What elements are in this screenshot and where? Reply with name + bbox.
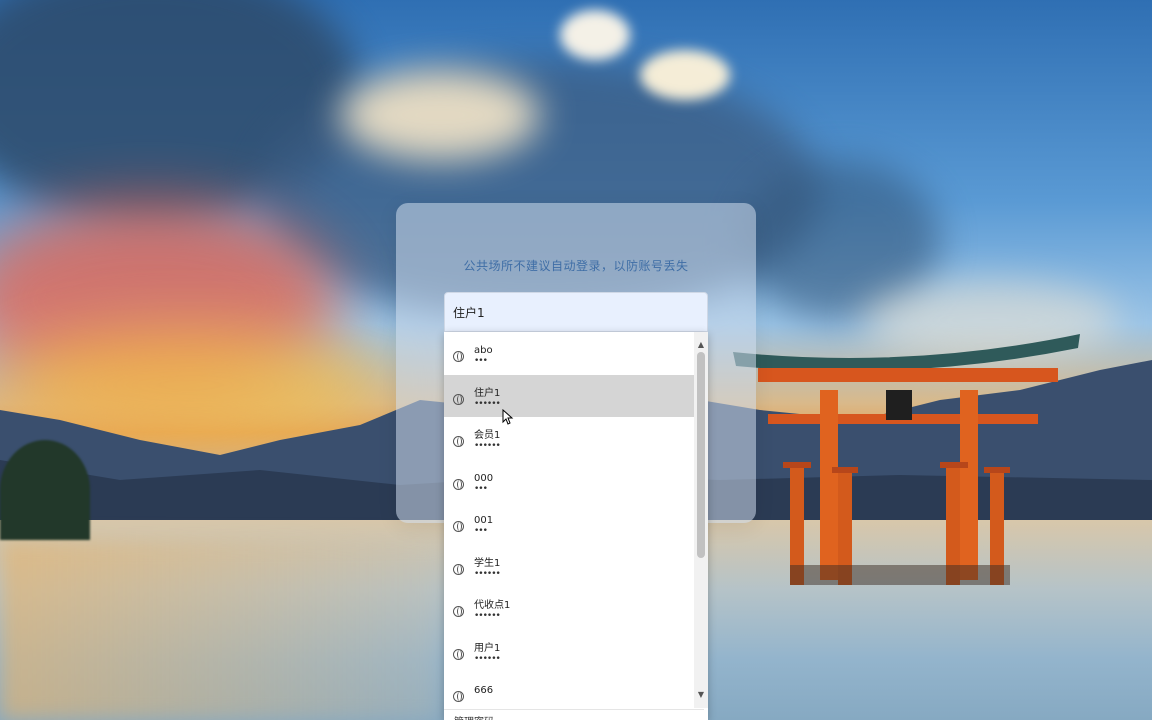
autocomplete-item[interactable]: 代收点1 ••••••: [444, 587, 694, 630]
dropdown-scrollbar[interactable]: ▲ ▼: [694, 332, 708, 708]
scrollbar-thumb[interactable]: [697, 352, 705, 558]
autocomplete-dropdown: abo ••• 住户1 •••••• 会员1 •••••• 000 ••• 00…: [444, 332, 708, 720]
water-reflection: [0, 540, 440, 720]
globe-icon: [453, 606, 464, 617]
cloud: [340, 70, 540, 160]
cloud: [560, 10, 630, 60]
security-notice: 公共场所不建议自动登录，以防账号丢失: [463, 259, 689, 273]
globe-icon: [453, 521, 464, 532]
globe-icon: [453, 436, 464, 447]
shore-trees: [0, 440, 90, 540]
autocomplete-item[interactable]: abo •••: [444, 332, 694, 375]
torii-gate: [733, 334, 1080, 585]
username-input[interactable]: [444, 292, 708, 332]
autocomplete-item[interactable]: 001 •••: [444, 502, 694, 545]
mouse-pointer-icon: [502, 409, 514, 425]
autocomplete-item[interactable]: 000 •••: [444, 460, 694, 503]
chevron-up-icon[interactable]: ▲: [694, 338, 708, 352]
autocomplete-item[interactable]: 学生1 ••••••: [444, 545, 694, 588]
globe-icon: [453, 563, 464, 575]
globe-icon: [453, 393, 464, 405]
globe-icon: [453, 351, 464, 362]
manage-passwords-link[interactable]: 管理密码: [444, 709, 704, 720]
desktop-background: 公共场所不建议自动登录，以防账号丢失 abo ••• 住户1 •••••• 会员…: [0, 0, 1152, 720]
globe-icon: [453, 691, 464, 702]
cloud: [640, 50, 730, 100]
autocomplete-item[interactable]: 住户1 ••••••: [444, 374, 694, 417]
autocomplete-item[interactable]: 会员1 ••••••: [444, 417, 694, 460]
globe-icon: [453, 648, 464, 660]
autocomplete-item[interactable]: 用户1 ••••••: [444, 630, 694, 673]
globe-icon: [453, 478, 464, 490]
chevron-down-icon[interactable]: ▼: [694, 688, 708, 702]
